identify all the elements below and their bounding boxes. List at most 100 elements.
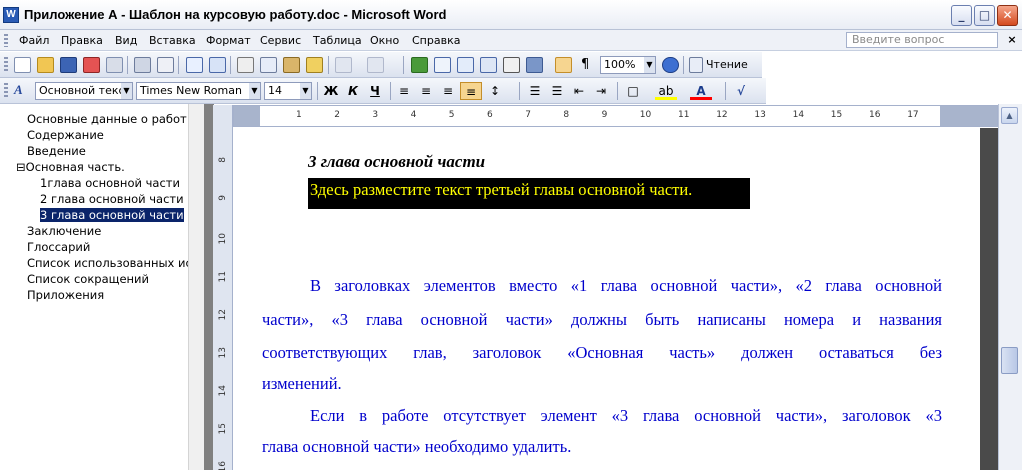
placeholder-text[interactable]: Здесь разместите текст третьей главы осн… — [310, 180, 692, 200]
nav-item-abbreviations[interactable]: Список сокращений — [27, 272, 149, 286]
nav-item-chapter-2[interactable]: 2 глава основной части — [40, 192, 184, 206]
menu-table[interactable]: Таблица — [313, 34, 362, 47]
cut-icon[interactable] — [237, 57, 254, 73]
undo-icon[interactable] — [335, 57, 352, 73]
underline-button[interactable]: Ч — [364, 82, 386, 100]
nav-item-references[interactable]: Список использованных ис — [27, 256, 192, 270]
paragraph-line[interactable]: Если в работе отсутствует элемент «3 гла… — [310, 406, 942, 426]
highlight-icon[interactable]: ab — [655, 82, 677, 100]
toolbar-grip[interactable] — [4, 83, 8, 99]
print-icon[interactable] — [134, 57, 151, 73]
font-color-icon[interactable]: A — [690, 82, 712, 100]
menu-edit[interactable]: Правка — [61, 34, 103, 47]
line-spacing-icon[interactable]: ↕ — [484, 82, 506, 100]
numbering-icon[interactable]: ☰ — [524, 82, 546, 100]
italic-button[interactable]: К — [342, 82, 364, 100]
paragraph-line[interactable]: части», «3 глава основной части» должны … — [262, 310, 942, 330]
chevron-down-icon[interactable]: ▼ — [121, 83, 132, 99]
align-left-icon[interactable]: ≡ — [393, 82, 415, 100]
help-icon[interactable] — [662, 57, 679, 73]
close-document-button[interactable]: × — [1004, 32, 1020, 48]
toolbar-grip[interactable] — [4, 57, 8, 73]
vertical-ruler[interactable]: 8 9 10 11 12 13 14 15 16 — [213, 105, 233, 470]
paragraph-line[interactable]: В заголовках элементов вместо «1 глава о… — [310, 276, 942, 296]
font-select[interactable]: Times New Roman ▼ — [136, 82, 261, 100]
menu-file[interactable]: Файл — [19, 34, 49, 47]
menu-insert[interactable]: Вставка — [149, 34, 196, 47]
spelling-icon[interactable] — [186, 57, 203, 73]
paragraph-line[interactable]: глава основной части» необходимо удалить… — [262, 437, 942, 457]
justify-icon[interactable]: ≡ — [460, 82, 482, 100]
open-icon[interactable] — [37, 57, 54, 73]
hyperlink-icon[interactable] — [411, 57, 428, 73]
chapter-heading[interactable]: 3 глава основной части — [308, 152, 485, 172]
decrease-indent-icon[interactable]: ⇤ — [568, 82, 590, 100]
scroll-up-button[interactable]: ▲ — [1001, 107, 1018, 124]
separator — [519, 82, 520, 100]
increase-indent-icon[interactable]: ⇥ — [590, 82, 612, 100]
columns-icon[interactable] — [503, 57, 520, 73]
email-icon[interactable] — [106, 57, 123, 73]
bold-button[interactable]: Ж — [320, 82, 342, 100]
copy-icon[interactable] — [260, 57, 277, 73]
minimize-button[interactable]: _ — [951, 5, 972, 26]
nav-item-chapter-1[interactable]: 1глава основной части — [40, 176, 180, 190]
insert-table-icon[interactable] — [457, 57, 474, 73]
format-painter-icon[interactable] — [306, 57, 323, 73]
chevron-down-icon[interactable]: ▼ — [300, 83, 311, 99]
permission-icon[interactable] — [83, 57, 100, 73]
font-size-select[interactable]: 14 ▼ — [264, 82, 312, 100]
horizontal-ruler[interactable]: 1 2 3 4 5 6 7 8 9 10 11 12 13 14 15 16 17 — [233, 105, 998, 127]
nav-item-contents[interactable]: Содержание — [27, 128, 104, 142]
align-center-icon[interactable]: ≡ — [415, 82, 437, 100]
chevron-down-icon[interactable]: ▼ — [644, 57, 655, 73]
scrollbar-thumb[interactable] — [1001, 347, 1018, 374]
research-icon[interactable] — [209, 57, 226, 73]
nav-item-conclusion[interactable]: Заключение — [27, 224, 101, 238]
align-right-icon[interactable]: ≡ — [437, 82, 459, 100]
nav-item-appendices[interactable]: Приложения — [27, 288, 104, 302]
print-preview-icon[interactable] — [157, 57, 174, 73]
menu-help[interactable]: Справка — [412, 34, 460, 47]
borders-icon[interactable]: □ — [622, 82, 644, 100]
reading-layout-label[interactable]: Чтение — [706, 58, 748, 71]
show-hide-paragraph-icon[interactable]: ¶ — [581, 57, 589, 72]
reading-layout-icon[interactable] — [689, 57, 703, 73]
save-icon[interactable] — [60, 57, 77, 73]
ruler-tick-label: 15 — [830, 110, 843, 120]
document-map-scrollbar[interactable] — [188, 104, 204, 470]
nav-item-chapter-3[interactable]: 3 глава основной части — [40, 208, 184, 222]
nav-item-introduction[interactable]: Введение — [27, 144, 86, 158]
drawing-icon[interactable] — [526, 57, 543, 73]
chevron-down-icon[interactable]: ▼ — [249, 83, 260, 99]
insert-excel-icon[interactable] — [480, 57, 497, 73]
help-search-input[interactable]: Введите вопрос — [846, 32, 998, 48]
paragraph-line[interactable]: соответствующих глав, заголовок «Основна… — [262, 343, 942, 363]
vertical-scrollbar[interactable] — [998, 104, 1022, 470]
word-app-icon[interactable]: W — [3, 7, 19, 23]
menu-view[interactable]: Вид — [115, 34, 137, 47]
close-window-button[interactable]: ✕ — [997, 5, 1018, 26]
nav-item-basic-data[interactable]: Основные данные о работ — [27, 112, 187, 126]
ruler-tick-label: 13 — [754, 110, 766, 120]
bullets-icon[interactable]: ☰ — [546, 82, 568, 100]
separator — [403, 56, 404, 74]
maximize-button[interactable]: □ — [974, 5, 995, 26]
paragraph-line[interactable]: изменений. — [262, 374, 942, 394]
font-size-value: 14 — [268, 84, 282, 97]
style-select[interactable]: Основной текст ▼ — [35, 82, 133, 100]
paste-icon[interactable] — [283, 57, 300, 73]
phonetic-guide-icon[interactable]: √ — [730, 82, 752, 100]
new-document-icon[interactable] — [14, 57, 31, 73]
nav-item-glossary[interactable]: Глоссарий — [27, 240, 90, 254]
zoom-select[interactable]: 100% ▼ — [600, 56, 656, 74]
redo-icon[interactable] — [367, 57, 384, 73]
menu-tools[interactable]: Сервис — [260, 34, 301, 47]
menu-format[interactable]: Формат — [206, 34, 251, 47]
tables-borders-icon[interactable] — [434, 57, 451, 73]
menu-grip[interactable] — [4, 34, 8, 47]
menu-window[interactable]: Окно — [370, 34, 399, 47]
nav-item-main-part[interactable]: ⊟Основная часть. — [16, 160, 125, 174]
document-map-icon[interactable] — [555, 57, 572, 73]
styles-formatting-icon[interactable]: A — [14, 82, 23, 98]
